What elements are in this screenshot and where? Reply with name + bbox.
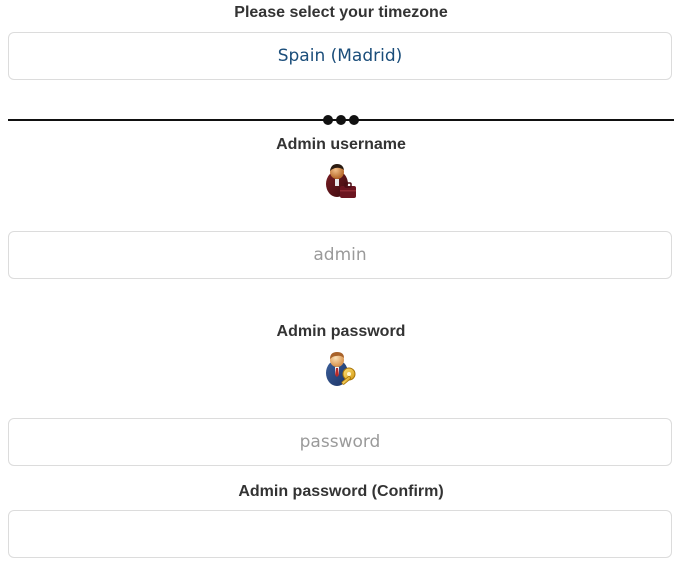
admin-password-input[interactable] [9, 419, 671, 465]
admin-password-confirm-input[interactable] [9, 511, 671, 557]
admin-password-confirm-label: Admin password (Confirm) [238, 483, 444, 500]
divider-drag-handle[interactable] [323, 115, 359, 125]
admin-password-confirm-field[interactable] [8, 510, 672, 558]
user-briefcase-icon [326, 164, 356, 198]
handle-dot-icon [349, 115, 359, 125]
admin-password-label: Admin password [276, 323, 406, 340]
admin-username-field[interactable] [8, 231, 672, 279]
timezone-label: Please select your timezone [234, 4, 448, 21]
handle-dot-icon [323, 115, 333, 125]
admin-username-label: Admin username [276, 136, 406, 153]
handle-dot-icon [336, 115, 346, 125]
user-key-icon [326, 352, 356, 386]
timezone-select[interactable]: Spain (Madrid) [8, 32, 672, 80]
admin-password-field[interactable] [8, 418, 672, 466]
admin-username-input[interactable] [9, 232, 671, 278]
